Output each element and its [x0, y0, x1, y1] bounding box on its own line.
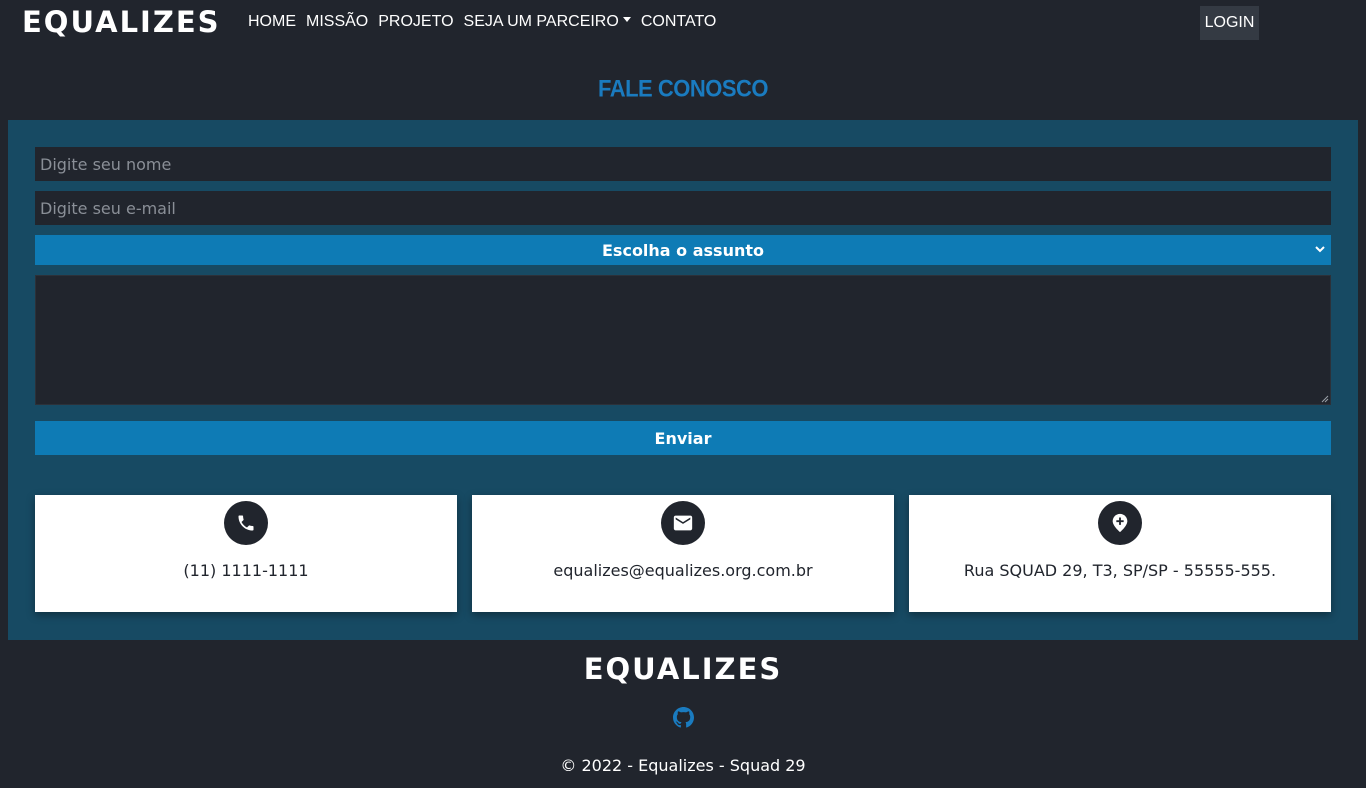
github-icon[interactable]: [672, 706, 694, 728]
email-input[interactable]: Digite seu e-mail: [35, 191, 1331, 225]
phone-text: (11) 1111-1111: [183, 561, 309, 580]
email-placeholder: Digite seu e-mail: [40, 198, 176, 218]
location-pin-icon: [1098, 501, 1142, 545]
name-input[interactable]: Digite seu nome: [35, 147, 1331, 181]
nav-link-home[interactable]: HOME: [248, 13, 296, 31]
email-card: equalizes@equalizes.org.com.br: [472, 495, 894, 612]
caret-down-icon: [622, 17, 631, 23]
nav-link-missao[interactable]: MISSÃO: [306, 13, 368, 31]
subject-select[interactable]: Escolha o assunto: [35, 235, 1331, 265]
navbar: EQUALIZES HOME MISSÃO PROJETO SEJA UM PA…: [0, 0, 1366, 46]
address-card: Rua SQUAD 29, T3, SP/SP - 55555-555.: [909, 495, 1331, 612]
nav-dropdown-label: SEJA UM PARCEIRO: [463, 13, 619, 30]
footer-logo: EQUALIZES: [583, 652, 783, 686]
brand-logo[interactable]: EQUALIZES: [22, 5, 221, 39]
nav-dropdown-parceiro[interactable]: SEJA UM PARCEIRO: [464, 13, 631, 31]
chevron-down-icon: [1315, 246, 1325, 253]
nav-link-contato[interactable]: CONTATO: [641, 13, 717, 31]
address-text: Rua SQUAD 29, T3, SP/SP - 55555-555.: [963, 561, 1277, 580]
message-textarea[interactable]: [35, 275, 1331, 405]
mail-icon: [661, 501, 705, 545]
login-button[interactable]: LOGIN: [1200, 6, 1259, 40]
nav-links: HOME MISSÃO PROJETO SEJA UM PARCEIRO CON…: [248, 13, 716, 31]
resize-handle-icon[interactable]: [1320, 394, 1329, 403]
name-placeholder: Digite seu nome: [40, 154, 172, 174]
phone-card: (11) 1111-1111: [35, 495, 457, 612]
submit-button[interactable]: Enviar: [35, 421, 1331, 455]
copyright-text: © 2022 - Equalizes - Squad 29: [560, 756, 806, 775]
subject-select-value: Escolha o assunto: [602, 240, 764, 260]
email-text: equalizes@equalizes.org.com.br: [553, 561, 813, 580]
phone-icon: [224, 501, 268, 545]
contact-panel: Digite seu nome Digite seu e-mail Escolh…: [8, 120, 1358, 640]
nav-link-projeto[interactable]: PROJETO: [378, 13, 453, 31]
page-title: FALE CONOSCO: [597, 74, 769, 103]
